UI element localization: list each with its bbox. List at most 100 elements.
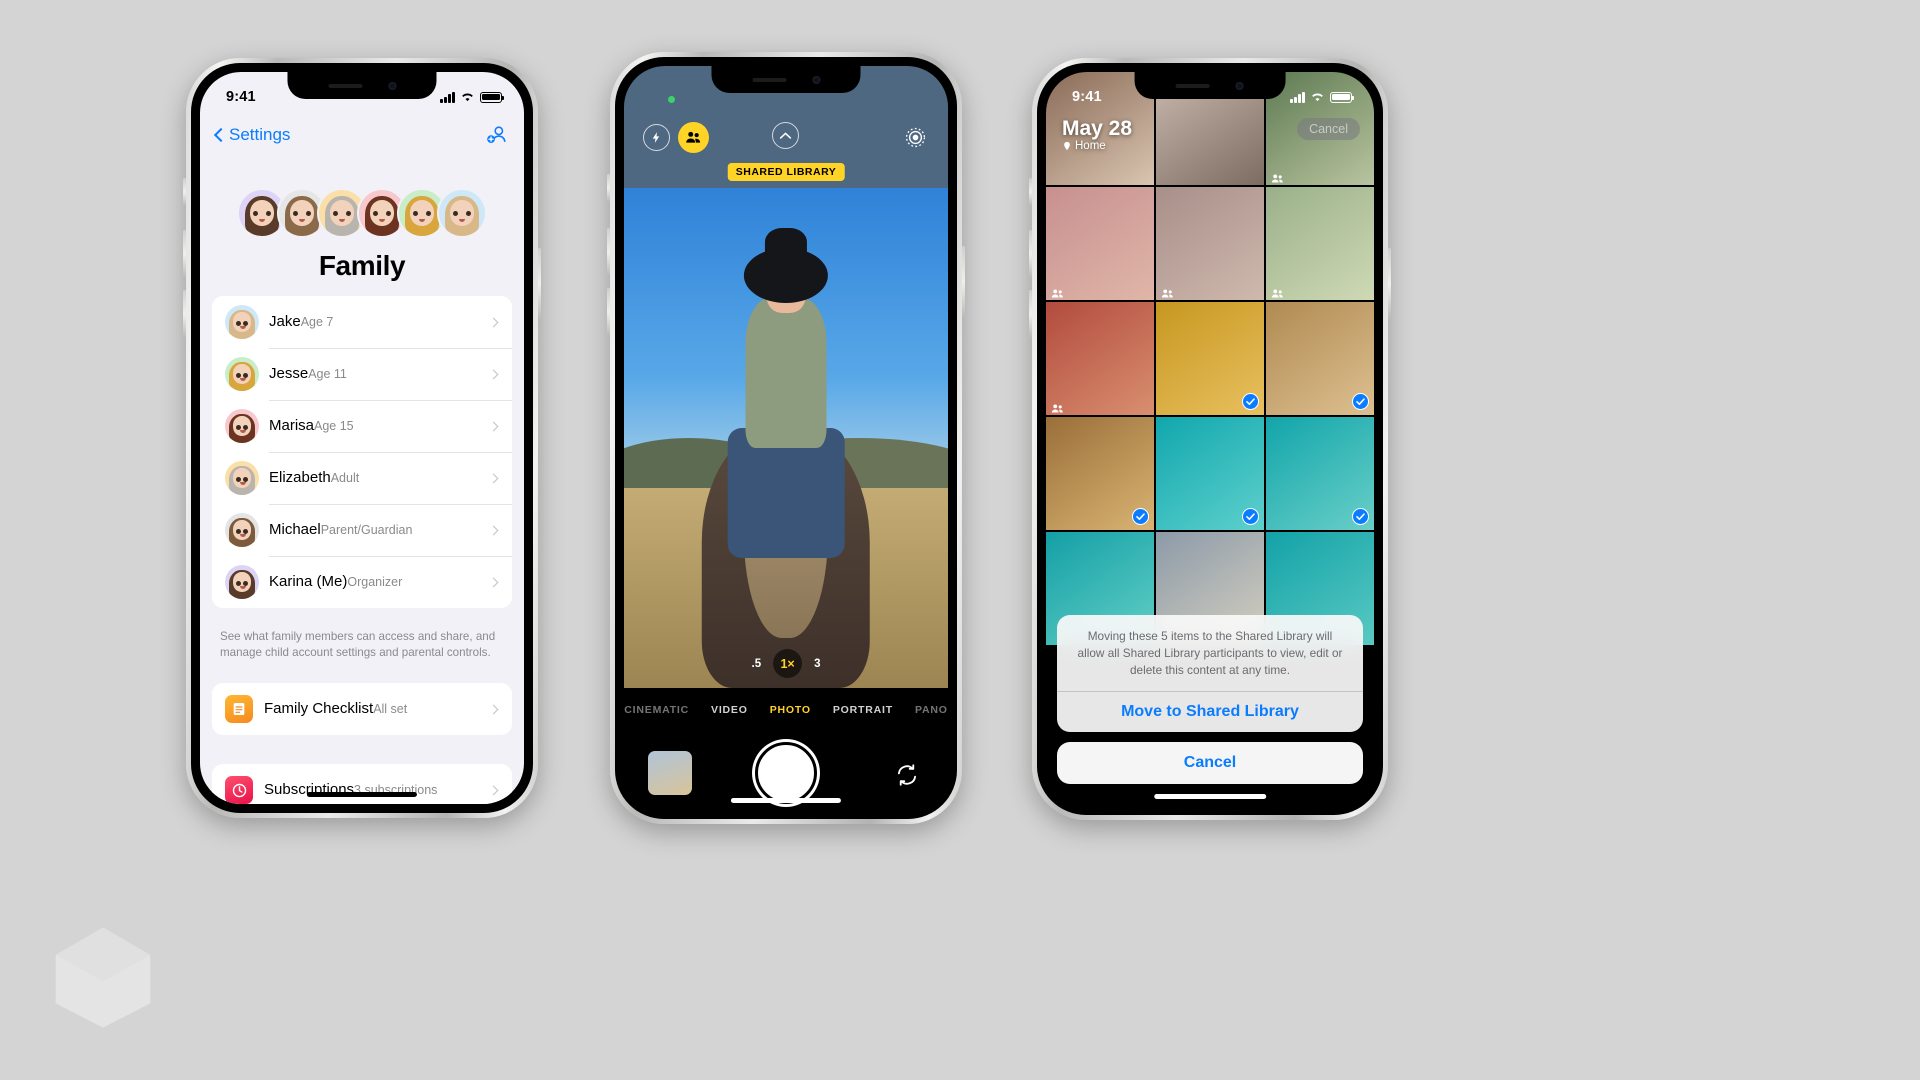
camera-mode-selector[interactable]: CINEMATIC VIDEO PHOTO PORTRAIT PANO xyxy=(624,704,948,716)
photo-cell[interactable] xyxy=(1266,302,1374,415)
photo-cell[interactable] xyxy=(1156,187,1264,300)
member-detail: Adult xyxy=(330,470,360,485)
selection-check-icon[interactable] xyxy=(1242,393,1259,410)
volume-down-button[interactable] xyxy=(1029,290,1032,338)
power-button[interactable] xyxy=(1388,248,1391,320)
memoji-avatar xyxy=(437,188,487,238)
volume-down-button[interactable] xyxy=(607,288,610,336)
member-name: Jesse xyxy=(269,364,309,382)
table-row[interactable]: JakeAge 7 xyxy=(212,296,512,348)
back-to-settings-link[interactable]: Settings xyxy=(213,125,290,145)
table-row[interactable]: MarisaAge 15 xyxy=(212,400,512,452)
home-indicator[interactable] xyxy=(1154,794,1266,799)
family-memoji-row xyxy=(200,188,524,238)
volume-up-button[interactable] xyxy=(607,228,610,276)
option-title: Family Checklist xyxy=(264,699,374,717)
zoom-option[interactable]: .5 xyxy=(752,658,762,670)
navigation-bar: Settings xyxy=(200,116,524,154)
family-checklist-card: Family ChecklistAll set xyxy=(212,683,512,735)
mode-video[interactable]: VIDEO xyxy=(711,704,748,716)
member-detail: Age 15 xyxy=(314,418,354,433)
cellular-signal-icon xyxy=(440,91,455,103)
location-pin-icon xyxy=(1064,141,1070,151)
phone-photos: 9:41 May 28 Home Cancel Moving these 5 i… xyxy=(1029,58,1391,820)
chevron-right-icon xyxy=(488,421,499,431)
zoom-option-selected[interactable]: 1× xyxy=(773,649,803,678)
member-name: Michael xyxy=(269,520,321,538)
mode-pano[interactable]: PANO xyxy=(915,704,948,716)
mode-cinematic[interactable]: CINEMATIC xyxy=(624,704,689,716)
avatar xyxy=(225,565,259,599)
power-button[interactable] xyxy=(538,248,541,320)
power-button[interactable] xyxy=(962,246,965,318)
mute-switch[interactable] xyxy=(1029,178,1032,206)
photo-cell[interactable] xyxy=(1046,417,1154,530)
location-label: Home xyxy=(1075,140,1106,153)
phone-settings-family: 9:41 Settings Family JakeAge 7 JesseAge … xyxy=(183,58,541,818)
avatar xyxy=(225,409,259,443)
camera-viewfinder[interactable]: .5 1× 3 xyxy=(624,188,948,688)
checklist-icon xyxy=(225,695,253,723)
photos-header: May 28 Home Cancel xyxy=(1046,116,1374,156)
mode-photo[interactable]: PHOTO xyxy=(770,704,811,716)
chevron-right-icon xyxy=(488,785,499,795)
member-detail: Parent/Guardian xyxy=(320,522,413,537)
battery-icon xyxy=(480,91,505,103)
notch xyxy=(1134,72,1286,99)
home-indicator[interactable] xyxy=(730,798,842,803)
volume-up-button[interactable] xyxy=(1029,230,1032,278)
status-time: 9:41 xyxy=(1072,89,1102,105)
zoom-option[interactable]: 3 xyxy=(814,658,820,670)
family-members-card: JakeAge 7 JesseAge 11 MarisaAge 15 Eliza… xyxy=(212,296,512,608)
chevron-right-icon xyxy=(488,369,499,379)
table-row[interactable]: ElizabethAdult xyxy=(212,452,512,504)
dialog-cancel-button[interactable]: Cancel xyxy=(1057,742,1363,784)
family-checklist-row[interactable]: Family ChecklistAll set xyxy=(212,683,512,735)
mute-switch[interactable] xyxy=(183,178,186,206)
people-badge-icon xyxy=(1271,170,1285,183)
subscriptions-card: Subscriptions3 subscriptions xyxy=(212,764,512,804)
last-photo-thumbnail[interactable] xyxy=(648,751,692,795)
flash-icon[interactable] xyxy=(643,124,670,151)
selection-check-icon[interactable] xyxy=(1352,508,1369,525)
table-row[interactable]: Karina (Me)Organizer xyxy=(212,556,512,608)
wifi-icon xyxy=(1312,93,1323,102)
people-icon[interactable] xyxy=(678,122,709,153)
table-row[interactable]: MichaelParent/Guardian xyxy=(212,504,512,556)
photo-cell[interactable] xyxy=(1266,417,1374,530)
battery-icon xyxy=(1330,91,1355,103)
add-person-icon[interactable] xyxy=(486,124,508,146)
chevron-up-icon[interactable] xyxy=(772,122,799,149)
home-indicator[interactable] xyxy=(306,792,418,797)
shutter-button[interactable] xyxy=(755,742,817,804)
table-row[interactable]: JesseAge 11 xyxy=(212,348,512,400)
selection-check-icon[interactable] xyxy=(1132,508,1149,525)
zoom-level-selector[interactable]: .5 1× 3 xyxy=(624,649,948,678)
photos-date: May 28 xyxy=(1062,117,1133,140)
photo-cell[interactable] xyxy=(1046,187,1154,300)
move-to-shared-library-button[interactable]: Move to Shared Library xyxy=(1057,691,1363,732)
member-name: Jake xyxy=(269,312,301,330)
header-cancel-button[interactable]: Cancel xyxy=(1297,118,1360,140)
photo-cell[interactable] xyxy=(1156,417,1264,530)
photo-cell[interactable] xyxy=(1046,302,1154,415)
volume-up-button[interactable] xyxy=(183,230,186,278)
watermark-logo xyxy=(55,927,151,1028)
photo-cell[interactable] xyxy=(1266,187,1374,300)
selection-check-icon[interactable] xyxy=(1242,508,1259,525)
live-photo-icon[interactable] xyxy=(902,124,929,151)
mode-portrait[interactable]: PORTRAIT xyxy=(833,704,893,716)
member-detail: Age 7 xyxy=(300,314,334,329)
flip-camera-icon[interactable] xyxy=(894,762,920,788)
volume-down-button[interactable] xyxy=(183,290,186,338)
people-badge-icon xyxy=(1161,285,1175,298)
selection-check-icon[interactable] xyxy=(1352,393,1369,410)
shared-library-badge: SHARED LIBRARY xyxy=(727,163,845,181)
mute-switch[interactable] xyxy=(607,174,610,202)
photo-cell[interactable] xyxy=(1156,302,1264,415)
status-time: 9:41 xyxy=(226,89,256,105)
chevron-right-icon xyxy=(488,473,499,483)
member-name: Marisa xyxy=(269,416,315,434)
subscriptions-row[interactable]: Subscriptions3 subscriptions xyxy=(212,764,512,804)
page-title: Family xyxy=(318,250,406,281)
